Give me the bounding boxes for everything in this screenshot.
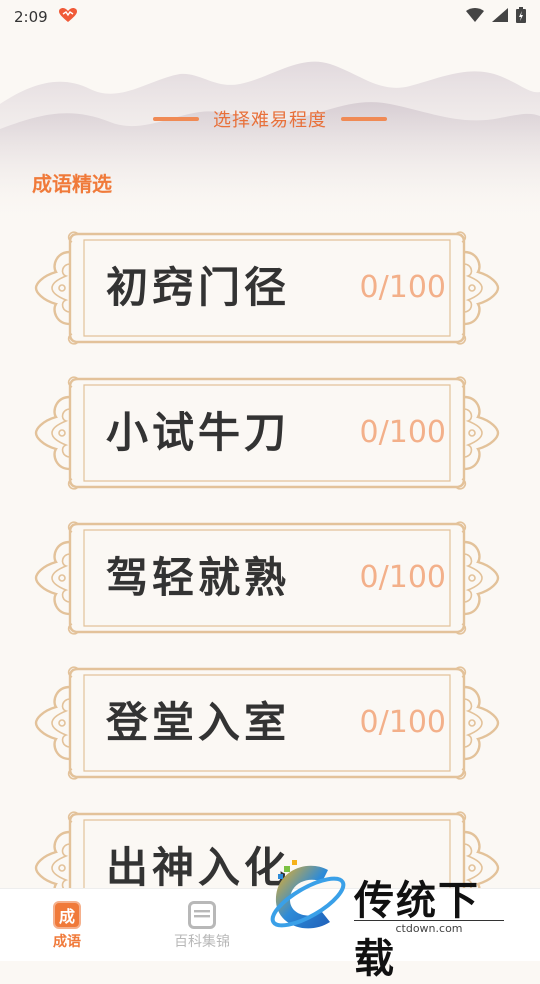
section-title: 成语精选: [32, 172, 112, 196]
level-card-2[interactable]: 驾轻就熟 0/100: [32, 520, 502, 636]
header-title: 选择难易程度: [213, 110, 327, 131]
heart-notification-icon: [58, 7, 78, 27]
chengyu-tab-icon: 成: [53, 901, 81, 929]
level-name: 驾轻就熟: [106, 553, 291, 602]
book-icon: [188, 901, 216, 929]
level-name: 小试牛刀: [106, 408, 291, 457]
signal-icon: [492, 8, 508, 26]
ctdown-logo-icon: [270, 860, 346, 929]
level-progress: 0/100: [359, 270, 446, 305]
level-progress: 0/100: [359, 415, 446, 450]
battery-icon: [516, 7, 526, 27]
level-name: 登堂入室: [106, 698, 291, 747]
header-right-line: [341, 117, 387, 121]
status-bar: 2:09: [0, 0, 540, 34]
difficulty-header: 选择难易程度: [0, 104, 540, 134]
level-card-0[interactable]: 初窍门径 0/100: [32, 230, 502, 346]
status-time: 2:09: [14, 8, 48, 26]
level-progress: 0/100: [359, 705, 446, 740]
level-name: 初窍门径: [106, 263, 291, 312]
watermark-logo: 传统下载 ctdown.com: [266, 860, 516, 982]
header-left-line: [153, 117, 199, 121]
nav-label: 百科集锦: [174, 934, 230, 950]
level-progress: 0/100: [359, 560, 446, 595]
nav-item-encyclopedia[interactable]: 百科集锦: [157, 889, 247, 961]
level-card-3[interactable]: 登堂入室 0/100: [32, 665, 502, 781]
nav-item-chengyu[interactable]: 成 成语: [22, 889, 112, 961]
chengyu-icon-glyph: 成: [58, 907, 75, 926]
level-card-1[interactable]: 小试牛刀 0/100: [32, 375, 502, 491]
wifi-icon: [466, 8, 484, 26]
watermark-url: ctdown.com: [354, 920, 504, 935]
nav-label: 成语: [53, 934, 81, 950]
